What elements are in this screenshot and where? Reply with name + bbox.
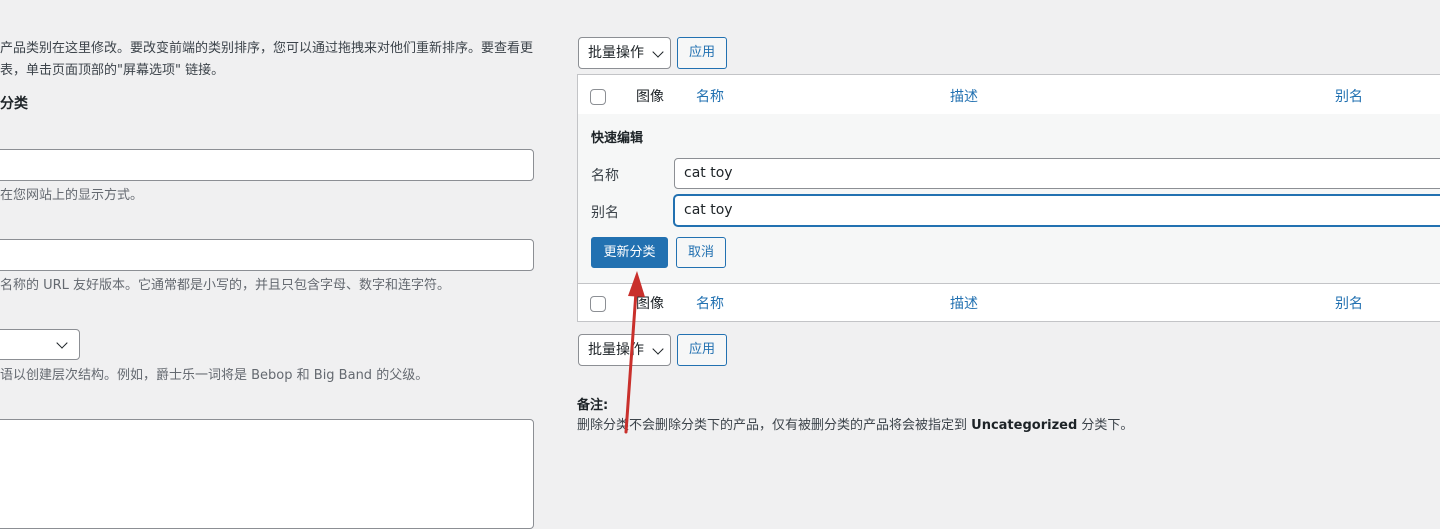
arrow-head xyxy=(628,271,645,297)
arrow-shaft xyxy=(624,290,638,434)
annotation-arrow xyxy=(624,271,645,434)
